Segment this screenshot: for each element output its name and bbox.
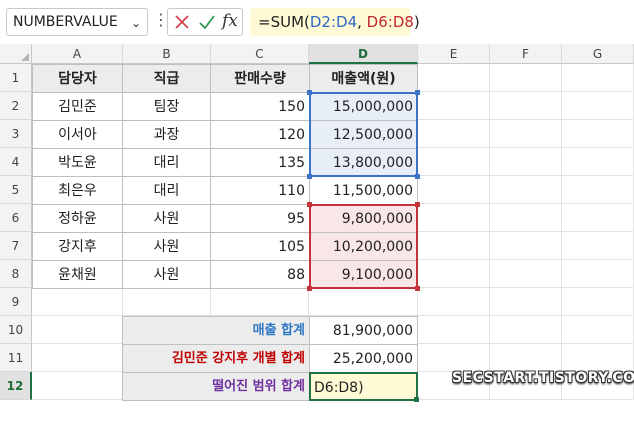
column-header-a[interactable]: A [32, 44, 123, 64]
formula-prefix: =SUM( [258, 13, 310, 31]
header-cell-rank[interactable]: 직급 [122, 64, 211, 93]
header-cell-manager[interactable]: 담당자 [32, 64, 123, 93]
table-cell-b7[interactable]: 사원 [122, 232, 211, 261]
chevron-down-icon[interactable]: ⌄ [131, 10, 141, 36]
table-cell-d4[interactable]: 13,800,000 [309, 148, 418, 177]
column-header-b[interactable]: B [123, 44, 211, 64]
cell-a10[interactable] [32, 316, 123, 344]
column-header-g[interactable]: G [562, 44, 634, 64]
column-header-f[interactable]: F [490, 44, 562, 64]
row-header-4[interactable]: 4 [0, 148, 32, 176]
header-cell-sales[interactable]: 매출액(원) [309, 64, 418, 93]
active-cell-d12[interactable]: D6:D8) [309, 372, 418, 401]
column-header-c[interactable]: C [211, 44, 309, 64]
formula-suffix: ) [413, 13, 420, 31]
fill-handle[interactable] [414, 397, 419, 402]
cell-c9[interactable] [211, 288, 309, 316]
table-cell-b2[interactable]: 팀장 [122, 92, 211, 121]
cell-d9[interactable] [309, 288, 418, 316]
table-cell-a2[interactable]: 김민준 [32, 92, 123, 121]
table-cell-a8[interactable]: 윤채원 [32, 260, 123, 289]
range-handle-blue-br[interactable] [415, 174, 420, 179]
row-header-12[interactable]: 12 [0, 372, 32, 400]
row-header-3[interactable]: 3 [0, 120, 32, 148]
table-cell-a4[interactable]: 박도윤 [32, 148, 123, 177]
range-handle-blue-tr[interactable] [415, 90, 420, 95]
formula-controls: fx [167, 8, 243, 36]
table-cell-a3[interactable]: 이서아 [32, 120, 123, 149]
table-cell-b6[interactable]: 사원 [122, 204, 211, 233]
column-f-cells[interactable] [490, 64, 562, 400]
table-cell-b4[interactable]: 대리 [122, 148, 211, 177]
table-cell-c7[interactable]: 105 [210, 232, 310, 261]
cell-b9[interactable] [123, 288, 211, 316]
table-cell-b5[interactable]: 대리 [122, 176, 211, 205]
formula-separator: , [357, 13, 367, 31]
formula-toolbar: NUMBERVALUE ⌄ ⋮ fx =SUM(D2:D4, D6:D8) [0, 0, 634, 44]
row-header-2[interactable]: 2 [0, 92, 32, 120]
select-all-corner[interactable] [0, 44, 32, 64]
column-header-d[interactable]: D [309, 44, 418, 64]
cell-a9[interactable] [32, 288, 123, 316]
table-cell-a7[interactable]: 강지후 [32, 232, 123, 261]
range-handle-red-bl[interactable] [307, 286, 312, 291]
table-cell-b8[interactable]: 사원 [122, 260, 211, 289]
row-header-6[interactable]: 6 [0, 204, 32, 232]
watermark-text: SECSTART.TISTORY.COM [452, 370, 634, 386]
column-g-cells[interactable] [562, 64, 634, 400]
summary-label-sales-total[interactable]: 매출 합계 [122, 316, 310, 345]
name-box-value: NUMBERVALUE [13, 14, 118, 30]
name-box[interactable]: NUMBERVALUE ⌄ [6, 8, 148, 36]
table-cell-d6[interactable]: 9,800,000 [309, 204, 418, 233]
confirm-check-icon[interactable] [198, 12, 216, 36]
table-cell-c6[interactable]: 95 [210, 204, 310, 233]
range-handle-red-tr[interactable] [415, 202, 420, 207]
cancel-icon[interactable] [174, 12, 190, 36]
table-cell-c3[interactable]: 120 [210, 120, 310, 149]
table-cell-b3[interactable]: 과장 [122, 120, 211, 149]
table-cell-d3[interactable]: 12,500,000 [309, 120, 418, 149]
row-header-7[interactable]: 7 [0, 232, 32, 260]
table-cell-d5[interactable]: 11,500,000 [309, 176, 418, 205]
row-header-1[interactable]: 1 [0, 64, 32, 92]
table-cell-c5[interactable]: 110 [210, 176, 310, 205]
row-header-10[interactable]: 10 [0, 316, 32, 344]
summary-value-sales-total[interactable]: 81,900,000 [309, 316, 418, 345]
table-cell-a6[interactable]: 정하윤 [32, 204, 123, 233]
range-handle-red-tl[interactable] [307, 202, 312, 207]
range-handle-blue-tl[interactable] [307, 90, 312, 95]
formula-ref-red: D6:D8 [366, 13, 414, 31]
summary-value-individual[interactable]: 25,200,000 [309, 344, 418, 373]
column-header-e[interactable]: E [418, 44, 490, 64]
cell-a11[interactable] [32, 344, 123, 372]
formula-input[interactable]: =SUM(D2:D4, D6:D8) [250, 8, 420, 36]
summary-label-individual[interactable]: 김민준 강지후 개별 합계 [122, 344, 310, 373]
row-header-5[interactable]: 5 [0, 176, 32, 204]
column-e-cells[interactable] [418, 64, 490, 400]
table-cell-d2[interactable]: 15,000,000 [309, 92, 418, 121]
summary-label-range-total[interactable]: 떨어진 범위 합계 [122, 372, 310, 401]
table-cell-a5[interactable]: 최은우 [32, 176, 123, 205]
row-header-8[interactable]: 8 [0, 260, 32, 288]
row-header-9[interactable]: 9 [0, 288, 32, 316]
cell-a12[interactable] [32, 372, 123, 400]
table-cell-c4[interactable]: 135 [210, 148, 310, 177]
formula-ref-blue: D2:D4 [309, 13, 358, 31]
table-cell-d7[interactable]: 10,200,000 [309, 232, 418, 261]
insert-function-icon[interactable]: fx [222, 11, 238, 31]
table-cell-c8[interactable]: 88 [210, 260, 310, 289]
header-cell-quantity[interactable]: 판매수량 [210, 64, 310, 93]
row-header-11[interactable]: 11 [0, 344, 32, 372]
range-handle-blue-bl[interactable] [307, 174, 312, 179]
range-handle-red-br[interactable] [415, 286, 420, 291]
table-cell-c2[interactable]: 150 [210, 92, 310, 121]
table-cell-d8[interactable]: 9,100,000 [309, 260, 418, 289]
